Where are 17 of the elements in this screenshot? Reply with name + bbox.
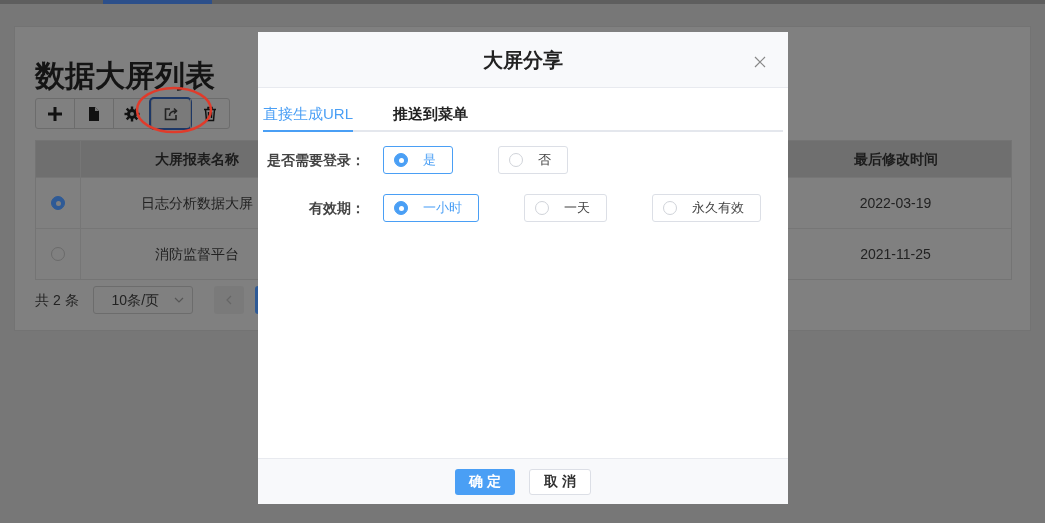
table-cell-text: 2021-11-25 (859, 244, 932, 264)
tab[interactable]: 推送到菜单 (393, 98, 468, 132)
radio-option[interactable]: 否 (498, 146, 568, 174)
table-cell-text: 日志分析数据大屏 (140, 193, 254, 213)
table-cell-text: 消防监督平台 (154, 244, 240, 264)
table-cell-text: 2022-03-19 (858, 193, 933, 213)
column-header: 最后修改时间 (853, 149, 938, 169)
total-count: 共 2 条 (35, 290, 79, 310)
radio-option[interactable]: 一天 (524, 194, 607, 222)
cancel-button[interactable]: 取 消 (529, 468, 591, 495)
page-title: 数据大屏列表 (35, 58, 215, 94)
radio-option[interactable]: 永久有效 (652, 194, 761, 222)
field-label: 有效期： (308, 198, 365, 218)
dialog-title: 大屏分享 (483, 47, 563, 73)
field-label: 是否需要登录： (266, 150, 365, 170)
page-size-select[interactable]: 10条/页 (92, 286, 193, 314)
column-header: 大屏报表名称 (155, 149, 239, 169)
